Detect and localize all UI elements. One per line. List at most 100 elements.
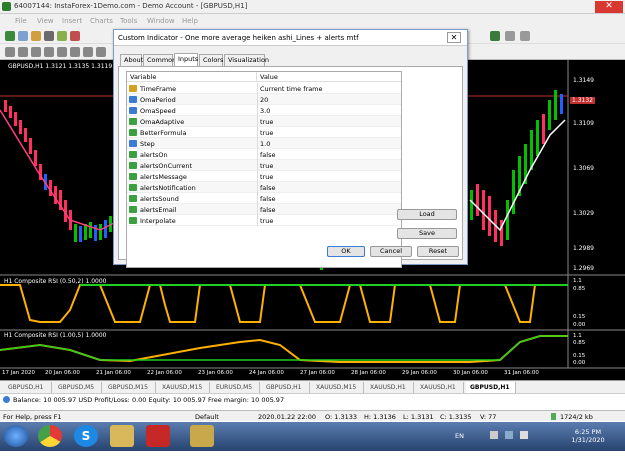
chart-tab[interactable]: GBPUSD,M5 — [54, 382, 102, 393]
param-value[interactable]: false — [260, 151, 275, 159]
menu-view[interactable]: View — [37, 17, 54, 25]
menu-tools[interactable]: Tools — [120, 17, 137, 25]
tab-about[interactable]: About — [120, 54, 143, 66]
param-name: alertsEmail — [140, 206, 177, 214]
param-row[interactable]: OmaPeriod 20 — [127, 94, 401, 105]
param-value[interactable]: true — [260, 129, 273, 137]
bool-icon — [129, 129, 137, 136]
status-close: C: 1.3135 — [440, 413, 472, 421]
ok-button[interactable]: OK — [327, 246, 365, 257]
text-icon[interactable] — [96, 47, 106, 57]
chart-tab-active[interactable]: GBPUSD,H1 — [466, 382, 516, 393]
rsi1-label: H1 Composite RSI (0.50,2) 1.0000 — [4, 278, 107, 285]
param-row[interactable]: alertsMessage true — [127, 171, 401, 182]
param-value[interactable]: false — [260, 184, 275, 192]
save-button[interactable]: Save — [397, 228, 457, 239]
chart-tab[interactable]: XAUUSD,H1 — [416, 382, 464, 393]
col-header-value[interactable]: Value — [257, 72, 401, 82]
network-icon[interactable] — [505, 431, 513, 439]
rsi1-scale-2: 0.85 — [573, 286, 586, 292]
horizontal-line-icon[interactable] — [44, 47, 54, 57]
cancel-button[interactable]: Cancel — [370, 246, 412, 257]
chrome-icon[interactable] — [38, 425, 62, 447]
start-button-icon[interactable] — [4, 425, 28, 447]
param-row[interactable]: TimeFrame Current time frame — [127, 83, 401, 94]
menu-charts[interactable]: Charts — [90, 17, 113, 25]
param-row[interactable]: alertsSound false — [127, 193, 401, 204]
chart-tab[interactable]: GBPUSD,H1 — [262, 382, 310, 393]
param-row[interactable]: BetterFormula true — [127, 127, 401, 138]
strategy-tester-icon[interactable] — [70, 31, 80, 41]
language-indicator[interactable]: EN — [455, 432, 464, 440]
param-row[interactable]: alertsOnCurrent true — [127, 160, 401, 171]
param-value[interactable]: false — [260, 206, 275, 214]
param-value[interactable]: true — [260, 173, 273, 181]
load-button[interactable]: Load — [397, 209, 457, 220]
param-row[interactable]: alertsOn false — [127, 149, 401, 160]
param-value[interactable]: false — [260, 195, 275, 203]
param-value[interactable]: true — [260, 217, 273, 225]
tab-inputs[interactable]: Inputs — [174, 53, 198, 66]
chart-tabs-bar: GBPUSD,H1 GBPUSD,M5 GBPUSD,M15 XAUUSD,M1… — [0, 380, 625, 393]
param-value[interactable]: 3.0 — [260, 107, 270, 115]
menu-file[interactable]: File — [15, 17, 27, 25]
param-name: Interpolate — [140, 217, 176, 225]
skype-icon[interactable]: S — [74, 425, 98, 447]
cursor-icon[interactable] — [5, 47, 15, 57]
autotrading-icon[interactable] — [490, 31, 500, 41]
zoom-out-icon[interactable] — [520, 31, 530, 41]
balance-icon — [3, 396, 10, 403]
param-row[interactable]: Step 1.0 — [127, 138, 401, 149]
menu-window[interactable]: Window — [147, 17, 175, 25]
fibonacci-icon[interactable] — [83, 47, 93, 57]
channel-icon[interactable] — [70, 47, 80, 57]
zoom-in-icon[interactable] — [505, 31, 515, 41]
app-icon-red[interactable] — [146, 425, 170, 447]
tab-visualization[interactable]: Visualization — [224, 54, 269, 66]
tab-colors[interactable]: Colors — [199, 54, 223, 66]
param-value[interactable]: Current time frame — [260, 85, 323, 93]
new-chart-icon[interactable] — [5, 31, 15, 41]
param-value[interactable]: 1.0 — [260, 140, 270, 148]
reset-button[interactable]: Reset — [417, 246, 459, 257]
param-row[interactable]: Interpolate true — [127, 215, 401, 226]
tab-common[interactable]: Common — [143, 54, 176, 66]
crosshair-icon[interactable] — [18, 47, 28, 57]
menu-insert[interactable]: Insert — [62, 17, 82, 25]
dialog-close-icon[interactable]: ✕ — [447, 32, 461, 43]
chart-tab[interactable]: GBPUSD,M15 — [104, 382, 156, 393]
param-row[interactable]: OmaAdaptive true — [127, 116, 401, 127]
taskbar: S EN 6:25 PM 1/31/2020 — [0, 422, 625, 451]
param-row[interactable]: alertsNotification false — [127, 182, 401, 193]
profiles-icon[interactable] — [18, 31, 28, 41]
trendline-icon[interactable] — [57, 47, 67, 57]
bool-icon — [129, 118, 137, 125]
param-value[interactable]: true — [260, 162, 273, 170]
folder-icon[interactable] — [110, 425, 134, 447]
param-row[interactable]: OmaSpeed 3.0 — [127, 105, 401, 116]
rsi1-line-orange — [0, 284, 568, 323]
col-header-variable[interactable]: Variable — [127, 72, 257, 82]
navigator-icon[interactable] — [44, 31, 54, 41]
dialog-title-bar: Custom Indicator - One more average heik… — [114, 30, 467, 46]
chart-tab[interactable]: GBPUSD,H1 — [4, 382, 52, 393]
chart-tab[interactable]: XAUUSD,M15 — [158, 382, 210, 393]
chart-tab[interactable]: XAUUSD,M15 — [312, 382, 364, 393]
clock[interactable]: 6:25 PM 1/31/2020 — [558, 428, 618, 444]
chart-tab[interactable]: EURUSD,M5 — [212, 382, 260, 393]
volume-icon[interactable] — [520, 431, 528, 439]
column-divider — [257, 149, 258, 160]
close-icon[interactable]: ✕ — [595, 1, 623, 13]
tray-icon[interactable] — [490, 431, 498, 439]
param-row[interactable]: alertsEmail false — [127, 204, 401, 215]
column-divider — [257, 83, 258, 94]
chart-tab[interactable]: XAUUSD,H1 — [366, 382, 414, 393]
bool-icon — [129, 184, 137, 191]
menu-help[interactable]: Help — [182, 17, 198, 25]
metatrader-icon[interactable] — [190, 425, 214, 447]
market-watch-icon[interactable] — [31, 31, 41, 41]
terminal-icon[interactable] — [57, 31, 67, 41]
param-value[interactable]: 20 — [260, 96, 268, 104]
vertical-line-icon[interactable] — [31, 47, 41, 57]
param-value[interactable]: true — [260, 118, 273, 126]
